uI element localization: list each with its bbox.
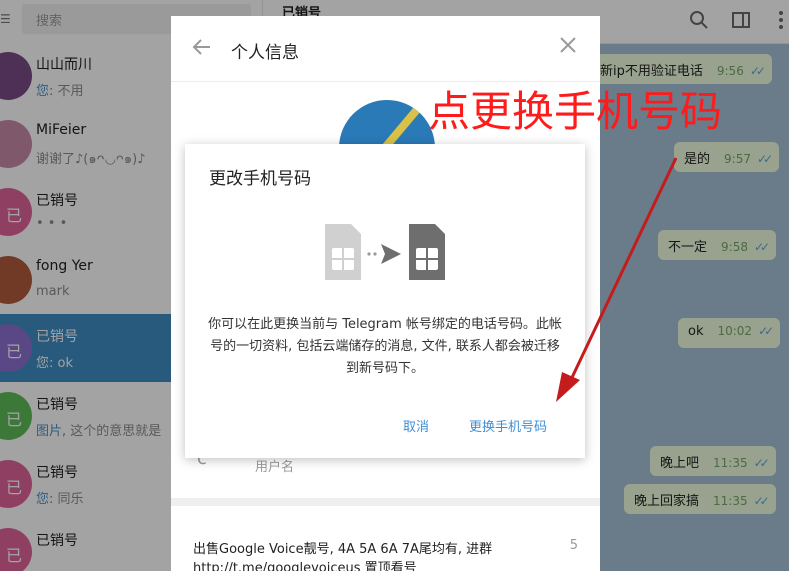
annotation-arrow-icon xyxy=(556,157,678,402)
